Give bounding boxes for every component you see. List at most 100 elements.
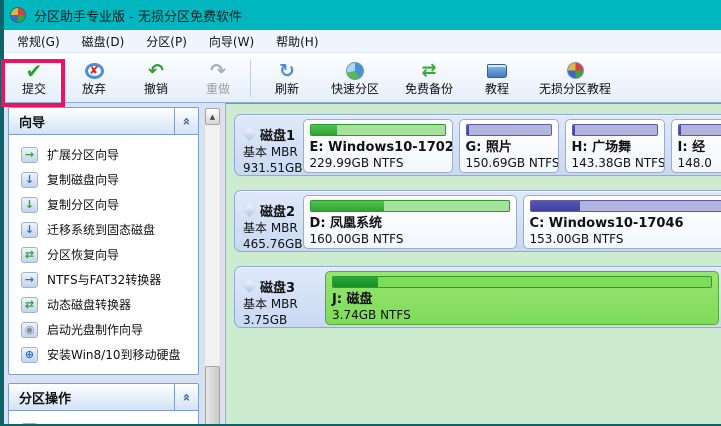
commit-check-icon: ✔: [26, 61, 43, 81]
wizards-collapse-button[interactable]: «: [174, 108, 198, 135]
discard-label: 放弃: [82, 82, 106, 96]
partition-recovery-wizard-icon: ⇄: [21, 247, 38, 263]
redo-icon: ↷: [210, 60, 226, 82]
disk-row-2[interactable]: 磁盘2 基本 MBR 465.76GB D: 凤凰系统 160.00GB NTF…: [234, 190, 721, 252]
partition-label: J: 磁盘: [332, 292, 712, 308]
capacity-bar: [332, 276, 712, 288]
disk-type: 基本 MBR: [243, 296, 325, 312]
disk-name: 磁盘1: [260, 125, 295, 144]
menu-general[interactable]: 常规(G): [6, 30, 71, 53]
capacity-bar: [310, 124, 446, 136]
partition-g[interactable]: G: 照片 150.69GB NTFS: [459, 119, 559, 173]
undo-label: 撤销: [144, 82, 168, 96]
sidebar-item-ntfs-fat32-converter[interactable]: → NTFS与FAT32转换器: [9, 267, 198, 292]
partition-label: E: Windows10-17025: [310, 140, 446, 156]
sidebar-item-copy-partition-wizard[interactable]: ↓ 复制分区向导: [9, 192, 198, 217]
disk-row-1[interactable]: 磁盘1 基本 MBR 931.51GB E: Windows10-17025 2…: [234, 114, 721, 176]
toolbar-separator: [250, 59, 251, 97]
lossless-tutorial-label: 无损分区教程: [539, 82, 611, 96]
partition-ops-panel: 分区操作 « ⇔ 调整/移动分区: [8, 383, 199, 426]
extend-partition-wizard-icon: →: [21, 147, 38, 163]
partition-h[interactable]: H: 广场舞 143.38GB NTFS: [565, 119, 665, 173]
capacity-bar: [530, 200, 721, 212]
menu-partition[interactable]: 分区(P): [135, 30, 198, 53]
capacity-bar: [678, 124, 721, 136]
menu-wizard[interactable]: 向导(W): [198, 30, 265, 53]
refresh-button[interactable]: ↻ 刷新: [261, 59, 313, 97]
scrollbar-up-button[interactable]: ▲: [205, 108, 220, 125]
sidebar-item-dynamic-disk-converter[interactable]: ⇄ 动态磁盘转换器: [9, 292, 198, 317]
partition-size: 3.74GB NTFS: [332, 308, 712, 323]
disk-size: 3.75GB: [243, 312, 325, 328]
quick-partition-label: 快速分区: [331, 82, 379, 96]
title-bar: 分区助手专业版 - 无损分区免费软件: [0, 0, 721, 30]
copy-partition-wizard-icon: ↓: [21, 197, 38, 213]
sidebar-item-bootable-cd-wizard[interactable]: ◉ 启动光盘制作向导: [9, 317, 198, 342]
disk-icon: [243, 204, 256, 217]
disk-type: 基本 MBR: [243, 144, 303, 160]
partition-size: 150.69GB NTFS: [466, 156, 552, 171]
disk-icon: [243, 128, 256, 141]
disk1-info[interactable]: 磁盘1 基本 MBR 931.51GB: [243, 119, 303, 171]
partition-label: C: Windows10-17046: [530, 216, 721, 232]
sidebar-item-migrate-os-to-ssd[interactable]: ↓ 迁移系统到固态磁盘: [9, 217, 198, 242]
discard-icon: ✘: [85, 63, 104, 79]
disk-name: 磁盘2: [260, 201, 295, 220]
dynamic-disk-converter-icon: ⇄: [21, 297, 38, 313]
sidebar-item-label: 扩展分区向导: [47, 146, 119, 163]
partition-size: 153.00GB NTFS: [530, 232, 721, 247]
migrate-os-to-ssd-icon: ↓: [21, 222, 38, 238]
disk-row-3[interactable]: 磁盘3 基本 MBR 3.75GB J: 磁盘 3.74GB NTFS: [234, 266, 721, 328]
menu-disk[interactable]: 磁盘(D): [71, 30, 136, 53]
lossless-tutorial-button[interactable]: 无损分区教程: [533, 59, 617, 97]
wizards-panel-header: 向导 «: [9, 108, 198, 135]
wizards-panel: 向导 « → 扩展分区向导 ↓ 复制磁盘向导 ↓ 复制分区向导 ↓ 迁: [8, 107, 199, 375]
disk-size: 931.51GB: [243, 160, 303, 176]
menu-help[interactable]: 帮助(H): [265, 30, 329, 53]
lossless-tutorial-pie-icon: [567, 62, 584, 79]
chevron-up-icon: «: [179, 117, 194, 125]
window-title: 分区助手专业版 - 无损分区免费软件: [34, 6, 242, 25]
redo-label: 重做: [206, 82, 230, 96]
sidebar-item-label: 动态磁盘转换器: [47, 296, 131, 313]
window-left-border: [0, 0, 4, 426]
tutorial-label: 教程: [485, 82, 509, 96]
app-logo-icon: [10, 7, 26, 23]
menu-bar: 常规(G) 磁盘(D) 分区(P) 向导(W) 帮助(H): [0, 30, 721, 53]
scrollbar-thumb[interactable]: [205, 366, 220, 426]
wizards-list: → 扩展分区向导 ↓ 复制磁盘向导 ↓ 复制分区向导 ↓ 迁移系统到固态磁盘 ⇄: [9, 135, 198, 367]
discard-button[interactable]: ✘ 放弃: [68, 59, 120, 97]
undo-icon: ↶: [148, 60, 164, 82]
sidebar-item-partition-recovery-wizard[interactable]: ⇄ 分区恢复向导: [9, 242, 198, 267]
app-window: 分区助手专业版 - 无损分区免费软件 常规(G) 磁盘(D) 分区(P) 向导(…: [0, 0, 721, 426]
partition-ops-header: 分区操作 «: [9, 384, 198, 411]
ntfs-fat32-converter-icon: →: [21, 272, 38, 288]
partition-j[interactable]: J: 磁盘 3.74GB NTFS: [325, 271, 719, 325]
free-backup-button[interactable]: ⇄ 免费备份: [399, 59, 459, 97]
partition-ops-collapse-button[interactable]: «: [174, 384, 198, 411]
partition-size: 143.38GB NTFS: [572, 156, 658, 171]
undo-button[interactable]: ↶ 撤销: [130, 59, 182, 97]
partition-d[interactable]: D: 凤凰系统 160.00GB NTFS: [303, 195, 517, 249]
partition-e[interactable]: E: Windows10-17025 229.99GB NTFS: [303, 119, 453, 173]
commit-button[interactable]: ✔ 提交: [8, 59, 60, 97]
sidebar-item-install-win-to-usb[interactable]: ⊕ 安装Win8/10到移动硬盘: [9, 342, 198, 367]
sidebar-item-extend-partition-wizard[interactable]: → 扩展分区向导: [9, 142, 198, 167]
commit-label: 提交: [22, 82, 46, 96]
sidebar-item-label: 复制磁盘向导: [47, 171, 119, 188]
sidebar-scrollbar[interactable]: ▲: [204, 107, 221, 426]
partition-i[interactable]: I: 经 148.0: [671, 119, 721, 173]
partition-c[interactable]: C: Windows10-17046 153.00GB NTFS: [523, 195, 721, 249]
wizards-panel-title: 向导: [9, 112, 174, 131]
partition-ops-title: 分区操作: [9, 388, 174, 407]
sidebar-item-copy-disk-wizard[interactable]: ↓ 复制磁盘向导: [9, 167, 198, 192]
partition-label: H: 广场舞: [572, 140, 658, 156]
sidebar-item-label: NTFS与FAT32转换器: [47, 271, 161, 288]
disk3-info[interactable]: 磁盘3 基本 MBR 3.75GB: [243, 271, 325, 323]
free-backup-arrows-icon: ⇄: [421, 60, 436, 81]
capacity-bar: [466, 124, 552, 136]
tutorial-button[interactable]: 教程: [471, 59, 523, 97]
disk2-info[interactable]: 磁盘2 基本 MBR 465.76GB: [243, 195, 303, 247]
quick-partition-button[interactable]: 快速分区: [325, 59, 385, 97]
partition-size: 229.99GB NTFS: [310, 156, 446, 171]
